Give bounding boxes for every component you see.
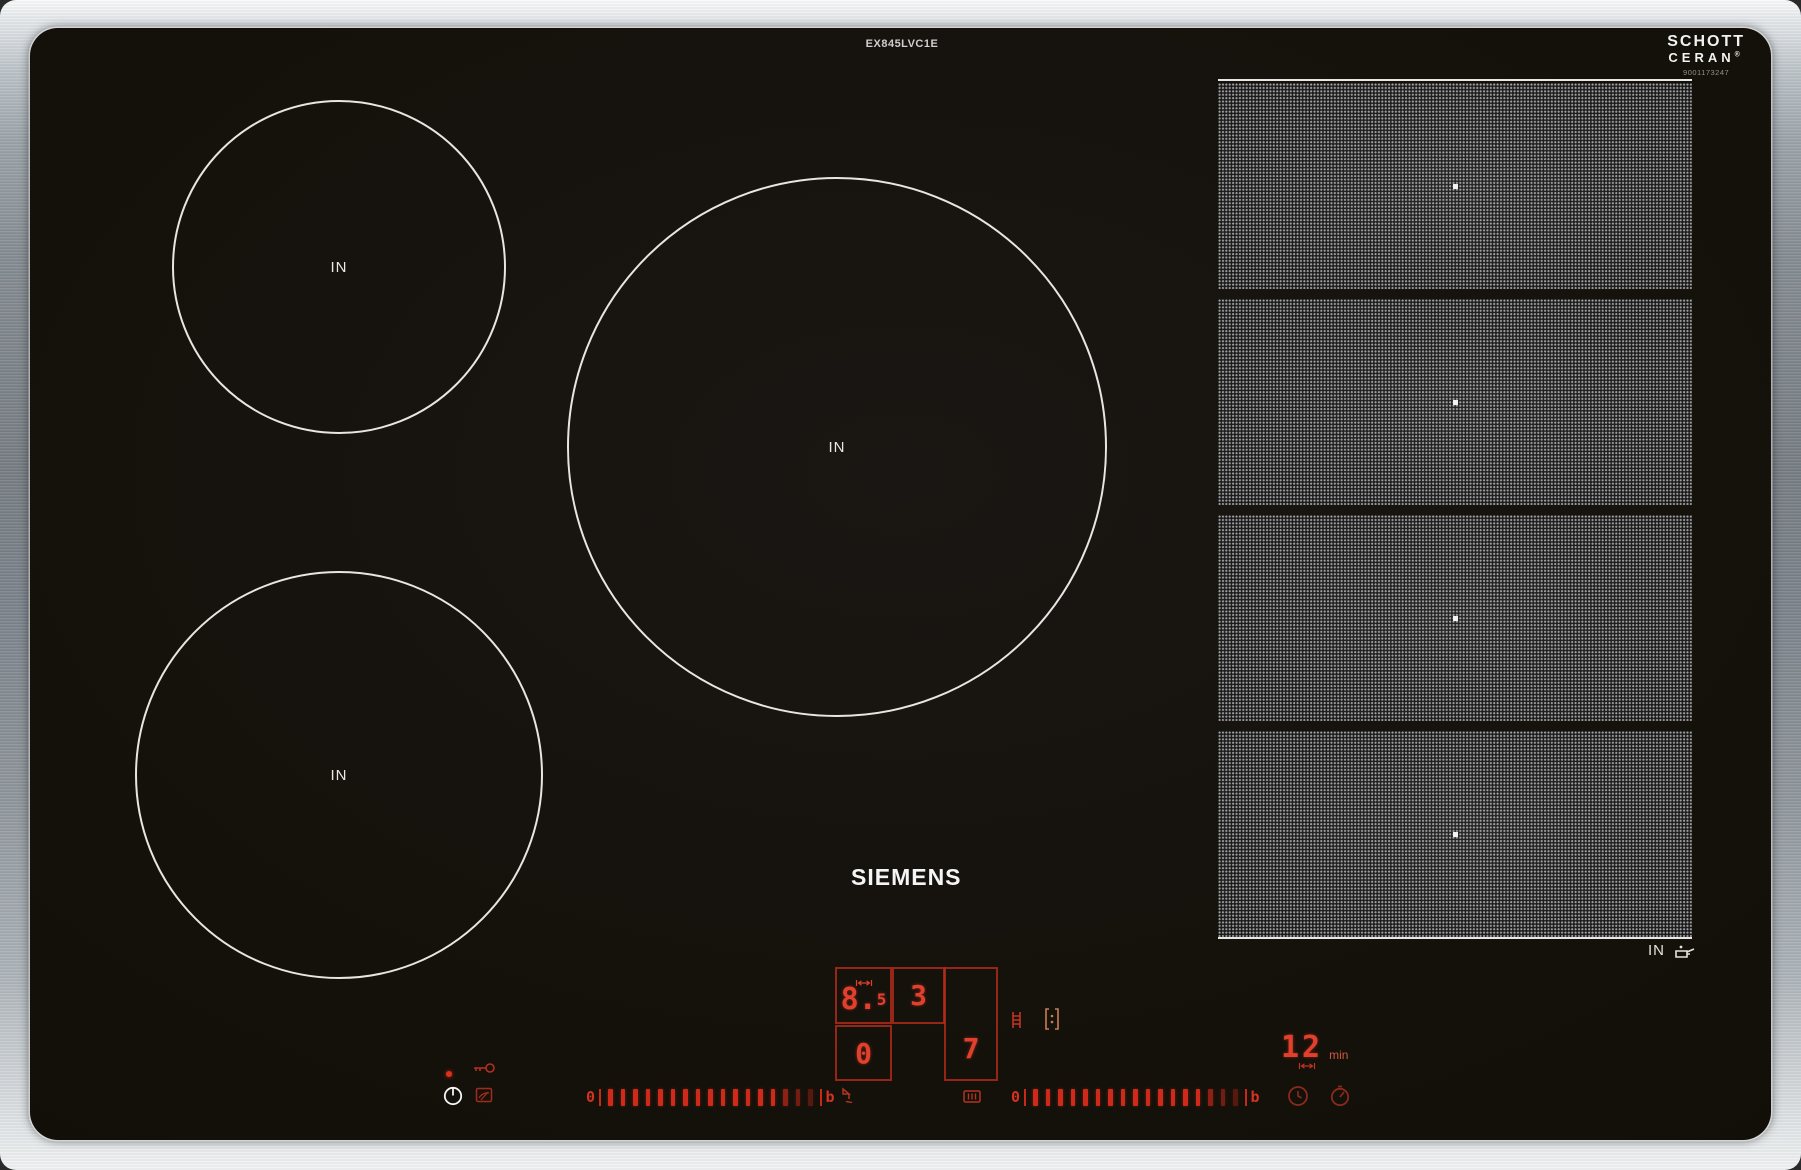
- slider-level-bars: [1033, 1089, 1238, 1106]
- flex-zone-bottom-line: [1218, 937, 1692, 939]
- zone-induction-label: IN: [331, 259, 348, 276]
- slider-level-bars: [608, 1089, 813, 1106]
- clock-timer-button[interactable]: [1286, 1084, 1310, 1108]
- flex-zone-induction-label: IN: [1648, 942, 1665, 959]
- front-zone-level-value: 0: [855, 1037, 872, 1070]
- schott-logo-line1: SCHOTT: [1667, 34, 1745, 51]
- segment-center-dot: [1453, 400, 1458, 405]
- power-slider-left[interactable]: 0 b: [586, 1088, 835, 1106]
- cooking-zone-back-left: IN: [172, 100, 506, 434]
- slider-min-label: 0: [1011, 1088, 1020, 1106]
- bridge-zones-icon: [1011, 1011, 1022, 1029]
- schott-logo-line2: CERAN®: [1667, 51, 1745, 65]
- glass-serial-number: 9001173247: [1667, 69, 1745, 77]
- flex-zone-segment-3: [1218, 515, 1692, 721]
- slider-start-tick: [599, 1089, 601, 1106]
- move-pan-icon: [1044, 1008, 1060, 1030]
- cooking-zone-center-large: IN: [567, 177, 1107, 717]
- wipe-protection-icon[interactable]: [475, 1086, 493, 1104]
- flex-zone-induction-marker: IN: [1648, 942, 1697, 959]
- timer-value: 12: [1281, 1030, 1323, 1065]
- back-zone-level-display[interactable]: 3: [892, 967, 945, 1024]
- slider-start-tick: [1024, 1089, 1026, 1106]
- timer-display: 12 min: [1281, 1030, 1348, 1065]
- timer-unit-label: min: [1329, 1048, 1348, 1062]
- cooking-zone-front-left: IN: [135, 571, 543, 979]
- flex-width-decimal: 5: [877, 987, 887, 1013]
- power-button[interactable]: [442, 1084, 464, 1106]
- flex-width-display[interactable]: 8.5: [835, 967, 892, 1024]
- flex-zone-segment-4: [1218, 731, 1692, 937]
- slider-boost-label: b: [1251, 1088, 1260, 1106]
- flex-zone-segment-2: [1218, 299, 1692, 505]
- slider-min-label: 0: [586, 1088, 595, 1106]
- slider-end-tick: [820, 1089, 822, 1106]
- model-number: EX845LVC1E: [802, 38, 1002, 50]
- segment-center-dot: [1453, 832, 1458, 837]
- power-slider-right[interactable]: 0 b: [1011, 1088, 1260, 1106]
- flex-zone-top-line: [1218, 79, 1692, 81]
- zone-induction-label: IN: [331, 767, 348, 784]
- segment-center-dot: [1453, 616, 1458, 621]
- registered-mark: ®: [1735, 51, 1744, 58]
- child-lock-key-icon[interactable]: [472, 1062, 496, 1074]
- flex-zone-level-value: 7: [963, 1032, 980, 1065]
- segment-center-dot: [1453, 184, 1458, 189]
- slider-boost-label: b: [826, 1088, 835, 1106]
- flex-zone-segment-1: [1218, 83, 1692, 289]
- power-indicator-led: [446, 1071, 452, 1077]
- pan-icon: [1673, 943, 1697, 959]
- schott-ceran-logo: SCHOTT CERAN® 9001173247: [1667, 34, 1745, 77]
- brand-logo: SIEMENS: [851, 864, 962, 891]
- zone-induction-label: IN: [829, 439, 846, 456]
- egg-timer-button[interactable]: [1328, 1084, 1352, 1108]
- induction-cooktop: EX845LVC1E SCHOTT CERAN® 9001173247 IN I…: [0, 0, 1801, 1170]
- front-zone-level-display[interactable]: 0: [835, 1025, 892, 1081]
- timer-zone-width-icon: [1298, 1062, 1316, 1070]
- back-zone-level-value: 3: [910, 979, 927, 1012]
- flex-width-value: 8.: [841, 987, 877, 1013]
- ventilation-grill-icon[interactable]: [962, 1088, 982, 1104]
- flex-zone-level-display[interactable]: 7: [944, 967, 998, 1081]
- slider-end-tick: [1245, 1089, 1247, 1106]
- hood-control-icon[interactable]: [838, 1086, 860, 1106]
